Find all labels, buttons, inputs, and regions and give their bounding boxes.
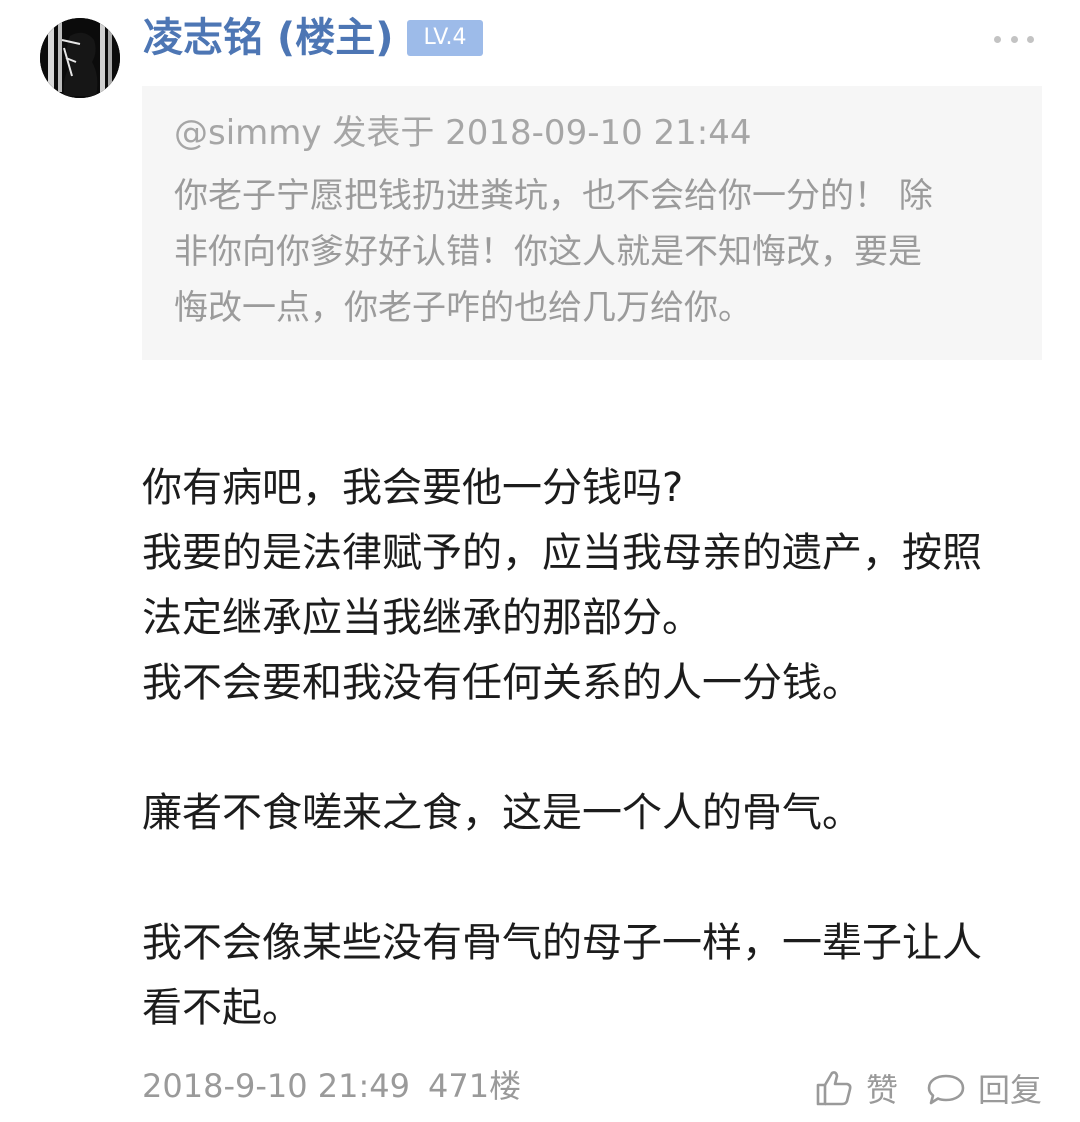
quote-text: 你老子宁愿把钱扔进粪坑，也不会给你一分的！ 除 非你向你爹好好认错！你这人就是不… xyxy=(174,168,1010,336)
post-line: 你有病吧，我会要他一分钱吗? xyxy=(142,465,684,511)
level-badge: LV.4 xyxy=(407,20,483,56)
thumb-up-icon xyxy=(816,1071,852,1106)
comment-bubble-icon xyxy=(927,1074,965,1105)
post-line: 法定继承应当我继承的那部分。 xyxy=(142,595,702,641)
post-body: 你有病吧，我会要他一分钱吗? 我要的是法律赋予的，应当我母亲的遗产，按照 法定继… xyxy=(142,456,1042,1041)
floor-number: 471楼 xyxy=(428,1067,522,1105)
post-meta: 2018-9-10 21:49 471楼 xyxy=(142,1062,521,1110)
reply-button[interactable]: 回复 xyxy=(926,1064,1042,1112)
dot xyxy=(1027,35,1034,43)
avatar[interactable] xyxy=(40,18,120,98)
post-line: 我不会像某些没有骨气的母子一样，一辈子让人 xyxy=(142,920,982,966)
post-line: 看不起。 xyxy=(142,985,302,1031)
avatar-image xyxy=(40,18,120,98)
post-line: 我不会要和我没有任何关系的人一分钱。 xyxy=(142,660,862,706)
quote-line: 悔改一点，你老子咋的也给几万给你。 xyxy=(174,288,752,328)
reply-label: 回复 xyxy=(978,1071,1043,1109)
more-dots-icon[interactable] xyxy=(994,28,1034,50)
quote-line: 非你向你爹好好认错！你这人就是不知悔改，要是 xyxy=(174,232,922,272)
post-line: 廉者不食嗟来之食，这是一个人的骨气。 xyxy=(142,790,862,836)
dot xyxy=(1010,35,1018,43)
post-timestamp: 2018-9-10 21:49 xyxy=(142,1067,410,1105)
like-label: 赞 xyxy=(866,1071,899,1109)
post-line: 我要的是法律赋予的，应当我母亲的遗产，按照 xyxy=(142,530,982,576)
dot xyxy=(994,35,1001,43)
quoted-reply[interactable]: @simmy 发表于 2018-09-10 21:44 你老子宁愿把钱扔进粪坑，… xyxy=(142,86,1042,360)
like-button[interactable]: 赞 xyxy=(814,1064,898,1112)
quote-line: 你老子宁愿把钱扔进粪坑，也不会给你一分的！ 除 xyxy=(174,176,933,216)
quote-meta: @simmy 发表于 2018-09-10 21:44 xyxy=(174,113,752,153)
author-name[interactable]: 凌志铭 (楼主) xyxy=(143,10,394,66)
